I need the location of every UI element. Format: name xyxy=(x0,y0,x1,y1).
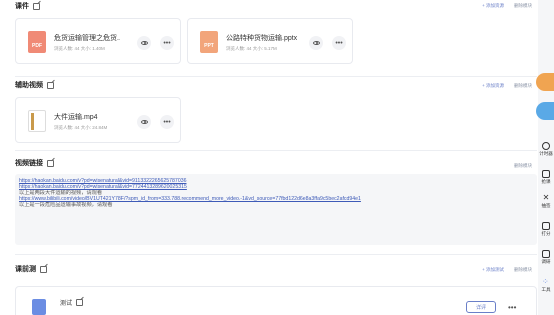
ppt-file-icon: PPT xyxy=(200,31,218,53)
rail-label: 调研 xyxy=(541,259,551,264)
section-divider xyxy=(15,150,537,151)
aux-video-title: 辅助视频 xyxy=(15,82,43,89)
courseware-title: 课件 xyxy=(15,3,29,10)
link-description: 以上是一段危险品运输事故视频，请观看 xyxy=(19,202,113,209)
file-card-ppt[interactable]: PPT 公路特种货物运输.pptx 浏览人数: 44 大小: 5.17M ••• xyxy=(187,18,353,64)
pretest-section-title: 课前测 xyxy=(15,264,47,274)
eye-icon xyxy=(140,41,148,45)
shuffle-icon: ✕ xyxy=(542,193,550,202)
right-tool-rail: 计时器 抢课 ✕ 抽签 打分 调研 ⁘ 工具 xyxy=(536,70,554,315)
file-meta: 浏览人数: 44 大小: 24.84M xyxy=(54,125,108,130)
survey-icon xyxy=(542,250,550,258)
video-file-icon xyxy=(28,110,46,132)
detail-button[interactable]: 详评 xyxy=(466,301,496,313)
preview-button[interactable] xyxy=(137,115,151,129)
courseware-actions: + 添加资源 删除模块 xyxy=(482,3,532,9)
rail-label: 抢课 xyxy=(541,179,551,184)
file-name[interactable]: 大件运输.mp4 xyxy=(54,112,98,122)
rail-item-tools[interactable]: ⁘ 工具 xyxy=(538,278,554,293)
more-button[interactable]: ••• xyxy=(160,36,174,50)
file-meta: 浏览人数: 44 大小: 5.17M xyxy=(226,46,277,51)
courseware-section-title: 课件 xyxy=(15,1,40,11)
edit-icon[interactable] xyxy=(76,299,84,306)
rail-label: 计时器 xyxy=(539,151,553,156)
rail-item-grab[interactable]: 抢课 xyxy=(538,170,554,185)
aux-video-actions: + 添加资源 删除模块 xyxy=(482,83,532,89)
video-links-content: https://haokan.baidu.com/v?pd=wisenatura… xyxy=(15,174,537,245)
test-icon xyxy=(32,299,46,315)
delete-module-button[interactable]: 删除模块 xyxy=(514,267,532,273)
file-card-video[interactable]: 大件运输.mp4 浏览人数: 44 大小: 24.84M ••• xyxy=(15,97,181,143)
test-name[interactable]: 测试 xyxy=(60,298,72,307)
test-card[interactable]: 测试 详评 ••• xyxy=(15,286,537,315)
eye-icon xyxy=(140,120,148,124)
edit-icon[interactable] xyxy=(47,81,54,89)
video-links-section-title: 视频链接 xyxy=(15,158,54,168)
section-divider xyxy=(15,76,537,77)
video-links-actions: 删除模块 xyxy=(514,163,532,169)
test-name-row: 测试 xyxy=(60,298,84,307)
blue-assistant-icon[interactable] xyxy=(536,102,554,120)
add-resource-button[interactable]: + 添加资源 xyxy=(482,3,504,9)
add-test-button[interactable]: + 添加测试 xyxy=(482,267,504,273)
score-icon xyxy=(542,222,550,230)
edit-icon[interactable] xyxy=(40,265,47,273)
more-button[interactable]: ••• xyxy=(508,303,516,312)
more-button[interactable]: ••• xyxy=(332,36,346,50)
hand-icon xyxy=(542,170,550,178)
file-meta: 浏览人数: 44 大小: 1.40M xyxy=(54,46,105,51)
timer-icon xyxy=(542,142,550,150)
rail-label: 抽签 xyxy=(541,203,551,208)
delete-module-button[interactable]: 删除模块 xyxy=(514,3,532,9)
preview-button[interactable] xyxy=(137,36,151,50)
aux-video-section-title: 辅助视频 xyxy=(15,80,54,90)
main-panel: 课件 + 添加资源 删除模块 PDF 危货运输管理之危货... 浏览人数: 44… xyxy=(0,0,538,315)
delete-module-button[interactable]: 删除模块 xyxy=(514,83,532,89)
file-name[interactable]: 危货运输管理之危货... xyxy=(54,33,120,43)
rail-item-draw[interactable]: ✕ 抽签 xyxy=(538,194,554,209)
eye-icon xyxy=(312,41,320,45)
edit-icon[interactable] xyxy=(33,2,40,10)
more-button[interactable]: ••• xyxy=(160,115,174,129)
add-resource-button[interactable]: + 添加资源 xyxy=(482,83,504,89)
rail-item-timer[interactable]: 计时器 xyxy=(538,142,554,157)
tools-grid-icon: ⁘ xyxy=(542,277,549,286)
pdf-file-icon: PDF xyxy=(28,31,46,53)
orange-assistant-icon[interactable] xyxy=(536,73,554,91)
rail-label: 工具 xyxy=(541,287,551,292)
section-divider xyxy=(15,254,537,255)
delete-module-button[interactable]: 删除模块 xyxy=(514,163,532,169)
file-name[interactable]: 公路特种货物运输.pptx xyxy=(226,33,297,43)
file-card-pdf[interactable]: PDF 危货运输管理之危货... 浏览人数: 44 大小: 1.40M ••• xyxy=(15,18,181,64)
preview-button[interactable] xyxy=(309,36,323,50)
pretest-title: 课前测 xyxy=(15,266,36,273)
video-links-title: 视频链接 xyxy=(15,160,43,167)
rail-item-score[interactable]: 打分 xyxy=(538,222,554,237)
edit-icon[interactable] xyxy=(47,159,54,167)
rail-item-survey[interactable]: 调研 xyxy=(538,250,554,265)
pretest-actions: + 添加测试 删除模块 xyxy=(482,267,532,273)
rail-label: 打分 xyxy=(541,231,551,236)
